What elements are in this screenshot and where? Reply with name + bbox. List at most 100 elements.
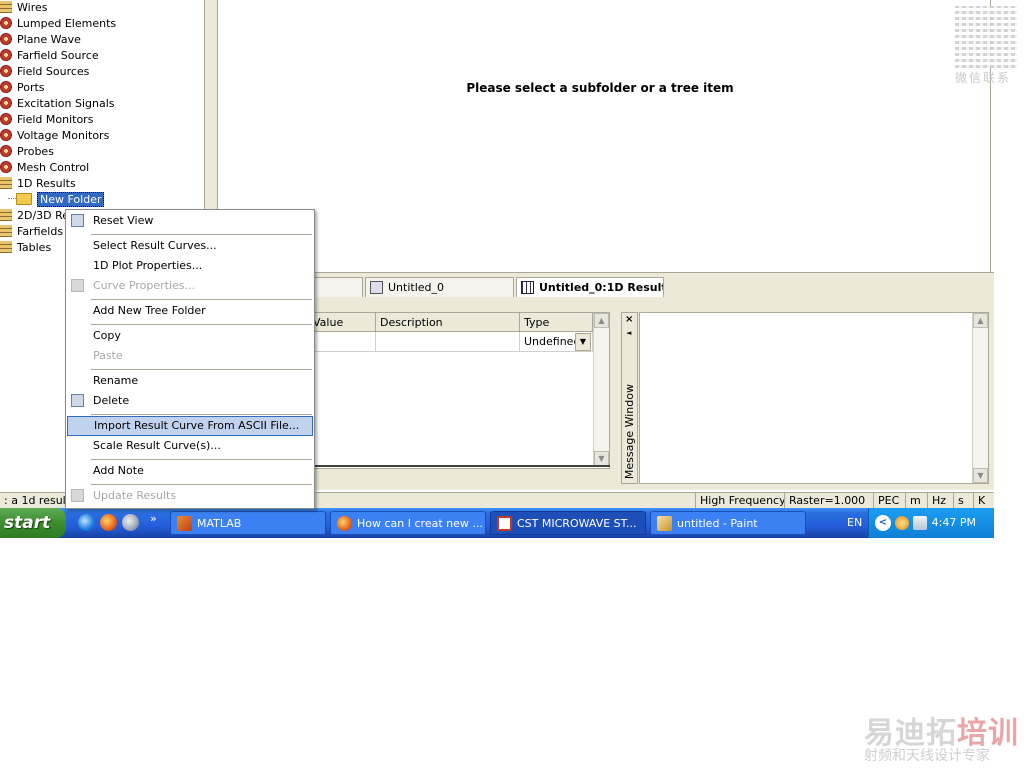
tree-item-new-folder[interactable]: New Folder — [16, 192, 105, 208]
gear-icon — [0, 17, 12, 29]
tree-item-field-sources[interactable]: Field Sources — [0, 64, 89, 80]
menu-item-select-result-curves[interactable]: Select Result Curves... — [67, 236, 313, 256]
context-menu: Reset View Select Result Curves... 1D Plot… — [65, 209, 315, 509]
tree-item-label: Tables — [17, 241, 52, 254]
task-matlab[interactable]: MATLAB — [170, 511, 326, 535]
menu-item-label: Update Results — [93, 489, 177, 502]
curve-properties-icon — [71, 279, 84, 292]
menu-item-1d-plot-properties[interactable]: 1D Plot Properties... — [67, 256, 313, 276]
menu-separator — [91, 369, 312, 370]
gear-icon — [0, 49, 12, 61]
menu-item-rename[interactable]: Rename — [67, 371, 313, 391]
gear-icon — [0, 161, 12, 173]
scroll-up-icon[interactable]: ▲ — [594, 313, 609, 328]
tree-item-label: 1D Results — [17, 177, 76, 190]
pin-icon[interactable]: ◄ — [626, 329, 631, 337]
tree-item-voltage-monitors[interactable]: Voltage Monitors — [0, 128, 109, 144]
cell-value[interactable] — [309, 332, 376, 352]
stack-icon — [0, 209, 12, 221]
stack-icon — [0, 1, 12, 13]
tree-item-tables[interactable]: Tables — [0, 240, 51, 256]
tree-item-1d-results[interactable]: 1D Results — [0, 176, 76, 192]
menu-item-label: Add New Tree Folder — [93, 304, 206, 317]
tree-item-excitation-signals[interactable]: Excitation Signals — [0, 96, 115, 112]
internet-explorer-icon[interactable] — [78, 514, 95, 531]
tree-item-probes[interactable]: Probes — [0, 144, 54, 160]
firefox-icon[interactable] — [100, 514, 117, 531]
tree-item-farfield-source[interactable]: Farfield Source — [0, 48, 99, 64]
menu-item-delete[interactable]: Delete — [67, 391, 313, 411]
menu-separator — [91, 414, 312, 415]
chevron-down-icon[interactable]: ▼ — [575, 333, 591, 351]
task-paint[interactable]: untitled - Paint — [650, 511, 806, 535]
tree-item-label: Lumped Elements — [17, 17, 117, 30]
clock[interactable]: 4:47 PM — [932, 508, 976, 538]
message-window-titlebar[interactable]: × ◄ Message Window — [621, 312, 638, 484]
stack-icon — [0, 225, 12, 237]
task-browser[interactable]: How can I creat new ... — [330, 511, 486, 535]
column-header-value[interactable]: Value — [309, 313, 376, 332]
menu-item-add-note[interactable]: Add Note — [67, 461, 313, 481]
scroll-down-icon[interactable]: ▼ — [973, 468, 988, 483]
menu-item-add-new-tree-folder[interactable]: Add New Tree Folder — [67, 301, 313, 321]
cell-description[interactable] — [376, 332, 520, 352]
menu-item-label: Paste — [93, 349, 123, 362]
gear-icon — [0, 129, 12, 141]
tree-connector — [8, 198, 16, 199]
tree-item-mesh-control[interactable]: Mesh Control — [0, 160, 89, 176]
tree-item-lumped-elements[interactable]: Lumped Elements — [0, 16, 116, 32]
close-icon[interactable]: × — [625, 314, 633, 325]
tree-item-field-monitors[interactable]: Field Monitors — [0, 112, 93, 128]
menu-item-update-results: Update Results — [67, 486, 313, 506]
menu-item-label: Rename — [93, 374, 139, 387]
tab-1d-result[interactable]: Untitled_0:1D Result... — [516, 277, 664, 297]
menu-separator — [91, 234, 312, 235]
stack-icon — [0, 241, 12, 253]
status-unit-frequency: Hz — [927, 493, 950, 509]
tree-item-label: Plane Wave — [17, 33, 81, 46]
tab-label: Untitled_0:1D Result... — [539, 281, 663, 294]
menu-separator — [91, 459, 312, 460]
tree-item-label: New Folder — [37, 192, 105, 207]
stack-icon — [0, 177, 12, 189]
tree-item-ports[interactable]: Ports — [0, 80, 45, 96]
menu-item-reset-view[interactable]: Reset View — [67, 211, 313, 231]
tray-expand-icon[interactable]: < — [875, 515, 891, 531]
scroll-up-icon[interactable]: ▲ — [973, 313, 988, 328]
tab-untitled-0[interactable]: Untitled_0 — [365, 277, 514, 297]
status-raster: Raster=1.000 — [784, 493, 869, 509]
scroll-down-icon[interactable]: ▼ — [594, 451, 609, 466]
message-window-title: Message Window — [623, 383, 636, 479]
menu-item-label: 1D Plot Properties... — [93, 259, 203, 272]
menu-item-copy[interactable]: Copy — [67, 326, 313, 346]
tree-item-2d-3d-re[interactable]: 2D/3D Re — [0, 208, 69, 224]
column-header-description[interactable]: Description — [376, 313, 520, 332]
tree-item-plane-wave[interactable]: Plane Wave — [0, 32, 81, 48]
taskbar: start » MATLAB How can I creat new ... C… — [0, 508, 994, 538]
tray-network-icon[interactable] — [913, 516, 927, 530]
media-player-icon[interactable] — [122, 514, 139, 531]
quicklaunch-chevron-icon[interactable]: » — [150, 512, 157, 525]
tree-item-wires[interactable]: Wires — [0, 0, 47, 16]
menu-item-import-result-curve-from-ascii-file[interactable]: Import Result Curve From ASCII File... — [67, 416, 313, 436]
task-label: How can I creat new ... — [357, 517, 483, 530]
column-header-type[interactable]: Type — [520, 313, 593, 332]
update-results-icon — [71, 489, 84, 502]
message-scrollbar[interactable]: ▲ ▼ — [972, 313, 988, 483]
menu-item-label: Scale Result Curve(s)... — [93, 439, 221, 452]
tree-item-label: Probes — [17, 145, 54, 158]
start-button[interactable]: start — [0, 508, 66, 538]
tree-item-farfields[interactable]: Farfields — [0, 224, 63, 240]
3d-view-icon — [370, 281, 383, 294]
task-label: CST MICROWAVE ST... — [517, 517, 637, 530]
status-frequency: High Frequency — [695, 493, 790, 509]
brand-tagline: 射频和天线设计专家 — [864, 748, 990, 764]
message-window[interactable]: ▲ ▼ — [639, 312, 989, 484]
gear-icon — [0, 33, 12, 45]
tab-label: Untitled_0 — [388, 281, 445, 294]
menu-item-scale-result-curve-s[interactable]: Scale Result Curve(s)... — [67, 436, 313, 456]
language-indicator[interactable]: EN — [847, 508, 862, 538]
task-cst[interactable]: CST MICROWAVE ST... — [490, 511, 646, 535]
tray-app-icon[interactable] — [895, 516, 909, 530]
table-scrollbar[interactable]: ▲ ▼ — [593, 313, 609, 466]
